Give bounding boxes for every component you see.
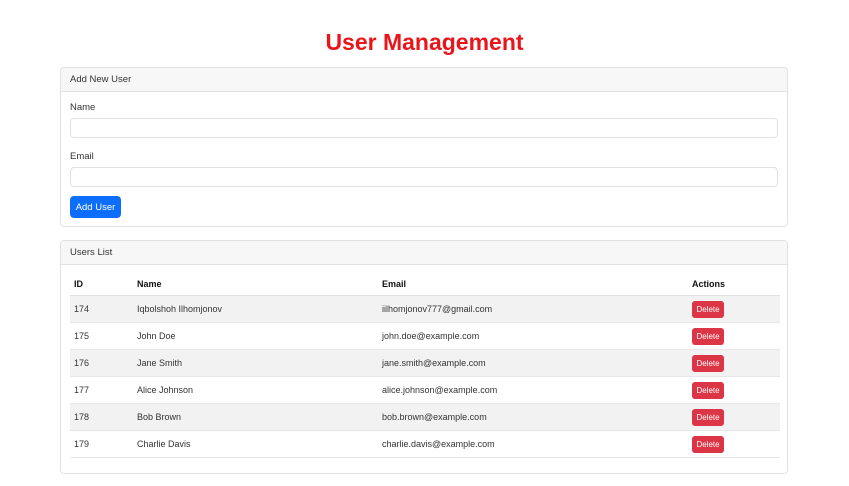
table-row: 176 Jane Smith jane.smith@example.com De… (70, 349, 780, 377)
user-email-cell: john.doe@example.com (378, 322, 688, 350)
user-email-cell: jane.smith@example.com (378, 349, 688, 377)
column-header-id: ID (70, 273, 133, 296)
users-table: ID Name Email Actions 174 Iqbolshoh Ilho… (70, 273, 780, 458)
table-row: 175 John Doe john.doe@example.com Delete (70, 322, 780, 350)
user-name-cell: Iqbolshoh Ilhomjonov (133, 295, 378, 323)
user-name-cell: Alice Johnson (133, 376, 378, 404)
user-actions-cell: Delete (688, 349, 780, 377)
delete-button[interactable]: Delete (692, 327, 724, 345)
column-header-actions: Actions (688, 273, 780, 296)
delete-button[interactable]: Delete (692, 381, 724, 399)
user-id-cell: 176 (70, 349, 133, 377)
user-actions-cell: Delete (688, 376, 780, 404)
user-id-cell: 177 (70, 376, 133, 404)
user-actions-cell: Delete (688, 403, 780, 431)
user-id-cell: 174 (70, 295, 133, 323)
column-header-email: Email (378, 273, 688, 296)
add-user-button[interactable]: Add User (70, 196, 121, 218)
delete-button[interactable]: Delete (692, 435, 724, 453)
name-input[interactable] (70, 118, 778, 138)
user-name-cell: Charlie Davis (133, 430, 378, 458)
delete-button[interactable]: Delete (692, 408, 724, 426)
user-email-cell: charlie.davis@example.com (378, 430, 688, 458)
add-user-card: Add New User Name Email Add User (60, 67, 788, 227)
page-title: User Management (325, 29, 524, 55)
add-user-card-header: Add New User (61, 68, 787, 92)
table-header-row: ID Name Email Actions (70, 273, 780, 296)
table-row: 179 Charlie Davis charlie.davis@example.… (70, 430, 780, 458)
page: User Management Add New User Name Email … (0, 0, 849, 486)
users-list-card: Users List ID Name Email Actions 174 Iqb… (60, 240, 788, 474)
user-email-cell: iilhomjonov777@gmail.com (378, 295, 688, 323)
users-list-card-header: Users List (61, 241, 787, 265)
user-id-cell: 179 (70, 430, 133, 458)
delete-button[interactable]: Delete (692, 300, 724, 318)
table-row: 177 Alice Johnson alice.johnson@example.… (70, 376, 780, 404)
table-row: 178 Bob Brown bob.brown@example.com Dele… (70, 403, 780, 431)
user-actions-cell: Delete (688, 322, 780, 350)
email-label: Email (70, 151, 94, 162)
email-input[interactable] (70, 167, 778, 187)
name-label: Name (70, 102, 96, 113)
table-row: 174 Iqbolshoh Ilhomjonov iilhomjonov777@… (70, 295, 780, 323)
user-actions-cell: Delete (688, 430, 780, 458)
user-name-cell: Jane Smith (133, 349, 378, 377)
user-id-cell: 178 (70, 403, 133, 431)
user-email-cell: bob.brown@example.com (378, 403, 688, 431)
user-id-cell: 175 (70, 322, 133, 350)
delete-button[interactable]: Delete (692, 354, 724, 372)
user-name-cell: John Doe (133, 322, 378, 350)
user-name-cell: Bob Brown (133, 403, 378, 431)
user-actions-cell: Delete (688, 295, 780, 323)
user-email-cell: alice.johnson@example.com (378, 376, 688, 404)
column-header-name: Name (133, 273, 378, 296)
